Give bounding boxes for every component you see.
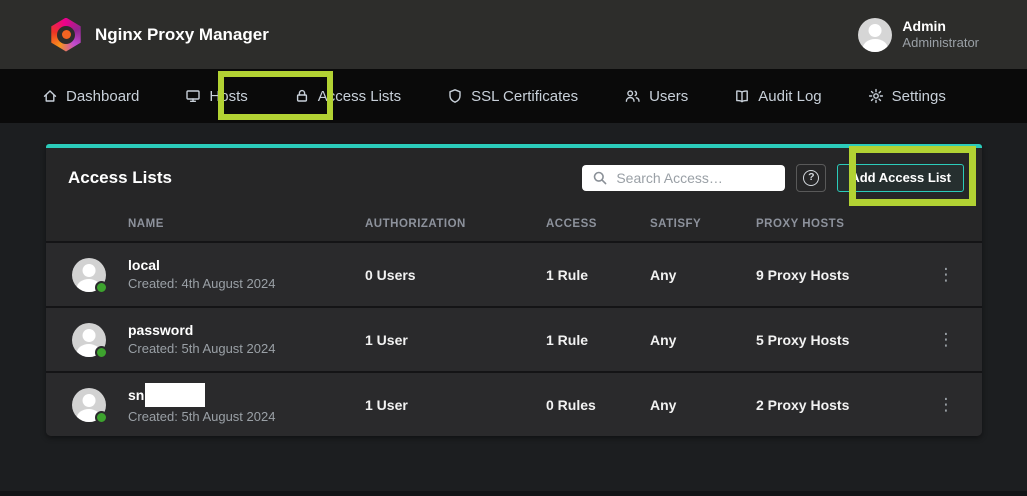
authorization-value: 0 Users (365, 267, 546, 283)
proxy-hosts-value: 9 Proxy Hosts (756, 267, 934, 283)
help-button[interactable]: ? (796, 164, 826, 192)
nav-item-access-lists[interactable]: Access Lists (294, 88, 401, 105)
nav-item-users[interactable]: Users (624, 88, 688, 105)
proxy-hosts-value: 2 Proxy Hosts (756, 397, 934, 413)
access-list-name: password (128, 321, 365, 339)
lock-icon (294, 88, 310, 104)
access-list-avatar (72, 258, 106, 292)
access-value: 1 Rule (546, 267, 650, 283)
table-header: NAME AUTHORIZATION ACCESS SATISFY PROXY … (46, 207, 982, 241)
user-menu[interactable]: Admin Administrator (858, 18, 979, 52)
access-lists-panel: Access Lists ? Add Access List NAME AUTH… (46, 144, 982, 436)
column-name: NAME (128, 218, 365, 230)
users-icon (624, 88, 641, 104)
satisfy-value: Any (650, 267, 756, 283)
access-list-name: local (128, 256, 365, 274)
search-box (582, 165, 785, 191)
row-menu-button[interactable]: ⋮ (934, 263, 958, 287)
created-date: Created: 5th August 2024 (128, 340, 365, 358)
column-satisfy: SATISFY (650, 218, 756, 230)
satisfy-value: Any (650, 332, 756, 348)
created-date: Created: 4th August 2024 (128, 275, 365, 293)
app-header: Nginx Proxy Manager Admin Administrator (0, 0, 1027, 69)
table-row: password Created: 5th August 2024 1 User… (46, 306, 982, 371)
row-menu-button[interactable]: ⋮ (934, 393, 958, 417)
nav-item-settings[interactable]: Settings (868, 88, 946, 105)
status-dot (95, 411, 108, 424)
row-menu-button[interactable]: ⋮ (934, 328, 958, 352)
status-dot (95, 281, 108, 294)
redaction-box (145, 383, 205, 407)
gear-icon (868, 88, 884, 104)
page-title: Access Lists (68, 168, 172, 188)
app-title: Nginx Proxy Manager (95, 25, 269, 45)
nav-item-ssl-certificates[interactable]: SSL Certificates (447, 88, 578, 105)
access-value: 1 Rule (546, 332, 650, 348)
table-row: sn Created: 5th August 2024 1 User 0 Rul… (46, 371, 982, 436)
home-icon (42, 88, 58, 104)
satisfy-value: Any (650, 397, 756, 413)
authorization-value: 1 User (365, 332, 546, 348)
monitor-icon (185, 88, 201, 104)
proxy-hosts-value: 5 Proxy Hosts (756, 332, 934, 348)
column-access: ACCESS (546, 218, 650, 230)
access-list-avatar (72, 323, 106, 357)
book-icon (734, 88, 750, 104)
search-input[interactable] (582, 165, 785, 191)
user-avatar (858, 18, 892, 52)
column-proxy-hosts: PROXY HOSTS (756, 218, 934, 230)
table-row: local Created: 4th August 2024 0 Users 1… (46, 241, 982, 306)
created-date: Created: 5th August 2024 (128, 408, 365, 426)
panel-header: Access Lists ? Add Access List (46, 148, 982, 207)
status-dot (95, 346, 108, 359)
panel-actions: ? Add Access List (582, 164, 964, 192)
question-circle-icon: ? (803, 170, 819, 186)
user-name: Admin (902, 18, 979, 35)
access-value: 0 Rules (546, 397, 650, 413)
app-logo-icon (50, 18, 82, 52)
bottom-edge-strip (0, 491, 1027, 496)
add-access-list-button[interactable]: Add Access List (837, 164, 964, 192)
column-authorization: AUTHORIZATION (365, 218, 546, 230)
access-list-name: sn (128, 386, 144, 404)
main-nav: Dashboard Hosts Access Lists SSL Certifi… (0, 69, 1027, 123)
nav-item-dashboard[interactable]: Dashboard (42, 88, 139, 105)
user-role: Administrator (902, 35, 979, 51)
nav-item-hosts[interactable]: Hosts (185, 88, 247, 105)
nav-item-audit-log[interactable]: Audit Log (734, 88, 821, 105)
access-list-avatar (72, 388, 106, 422)
shield-icon (447, 88, 463, 104)
authorization-value: 1 User (365, 397, 546, 413)
